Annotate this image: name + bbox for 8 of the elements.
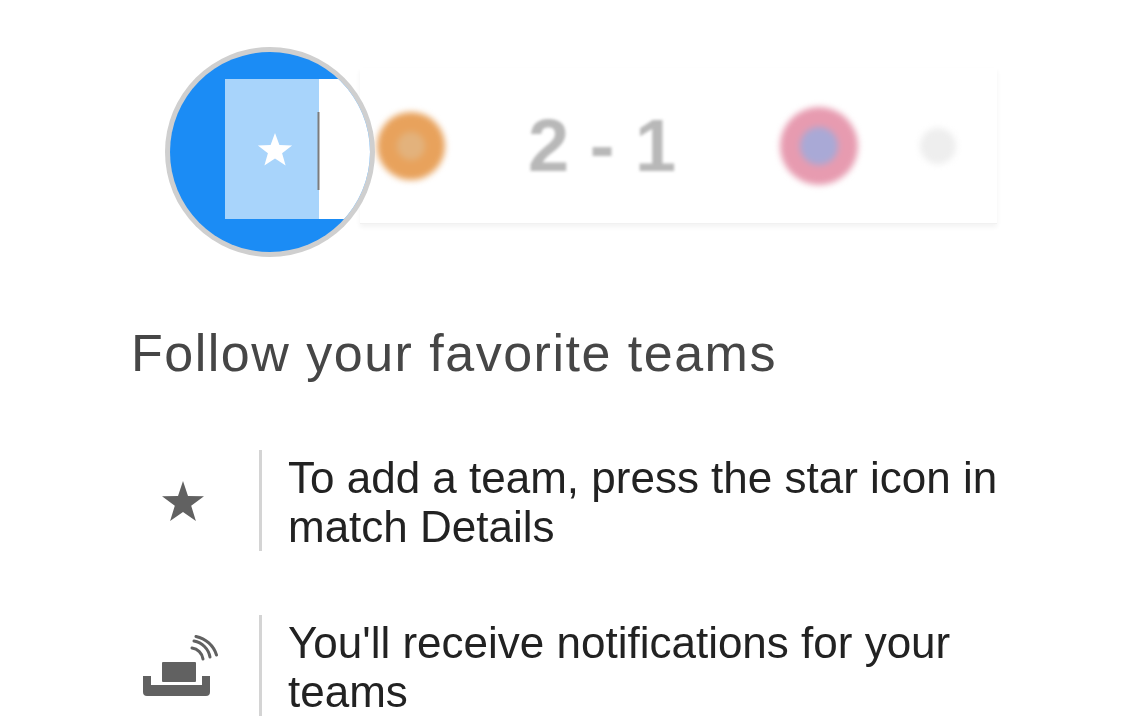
device-notification-icon <box>142 635 218 696</box>
team-crest-icon <box>778 104 861 187</box>
onboarding-title: Follow your favorite teams <box>131 323 778 383</box>
match-score: 2 - 1 <box>528 103 677 188</box>
tip-text: To add a team, press the star icon in match Details <box>288 453 999 551</box>
star-icon <box>162 480 204 521</box>
team-crest-icon <box>375 109 447 182</box>
tip-text: You'll receive notifications for your teams <box>288 618 952 716</box>
